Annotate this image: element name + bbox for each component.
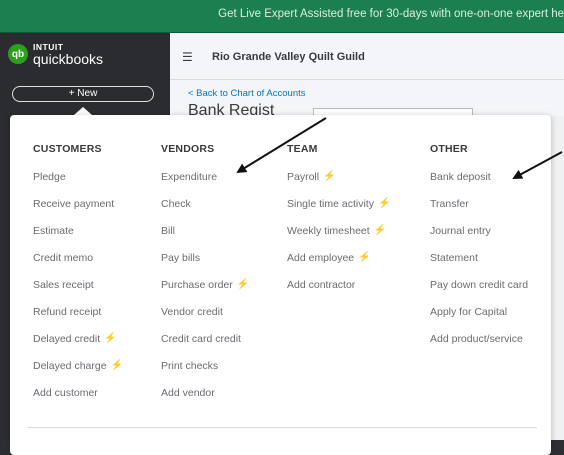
menu-item-add-customer[interactable]: Add customer — [33, 386, 123, 413]
menu-item-pledge[interactable]: Pledge — [33, 170, 123, 197]
menu-item-credit-memo[interactable]: Credit memo — [33, 251, 123, 278]
menu-item-credit-card-credit[interactable]: Credit card credit — [161, 332, 249, 359]
lightning-bolt-icon: ⚡ — [104, 333, 117, 344]
qb-logo-icon: qb — [8, 44, 28, 65]
menu-pointer — [74, 107, 92, 115]
menu-item-purchase-order[interactable]: Purchase order ⚡ — [161, 278, 249, 305]
menu-item-label: Payroll — [287, 171, 320, 183]
top-header: ☰ Rio Grande Valley Quilt Guild — [170, 33, 564, 80]
menu-item-label: Bank deposit — [430, 171, 491, 183]
lightning-bolt-icon: ⚡ — [373, 225, 387, 236]
menu-item-pay-bills[interactable]: Pay bills — [161, 251, 249, 278]
menu-item-label: Statement — [430, 252, 478, 264]
menu-item-sales-receipt[interactable]: Sales receipt — [33, 278, 123, 305]
company-name: Rio Grande Valley Quilt Guild — [212, 51, 365, 63]
lightning-bolt-icon: ⚡ — [323, 171, 336, 182]
menu-item-check[interactable]: Check — [161, 197, 249, 224]
menu-item-list: Expenditure Check Bill Pay bills Purchase or… — [161, 170, 249, 413]
lightning-bolt-icon: ⚡ — [377, 198, 391, 209]
promo-banner: Get Live Expert Assisted free for 30-day… — [0, 0, 564, 33]
menu-item-label: Transfer — [430, 198, 469, 210]
menu-heading-other: OTHER — [430, 143, 468, 155]
menu-item-bill[interactable]: Bill — [161, 224, 249, 251]
menu-column-customers: CUSTOMERS Pledge Receive payment Estimate Cr… — [33, 143, 123, 413]
quickbooks-label: quickbooks — [33, 50, 104, 67]
menu-item-label: Sales receipt — [33, 279, 94, 291]
menu-item-label: Add vendor — [161, 387, 215, 399]
promo-text: Get Live Expert Assisted free for 30-day… — [218, 8, 564, 20]
menu-item-label: Add customer — [33, 387, 98, 399]
menu-item-label: Estimate — [33, 225, 74, 237]
menu-item-label: Pay down credit card — [430, 279, 529, 291]
lightning-bolt-icon: ⚡ — [110, 360, 123, 371]
menu-column-vendors: VENDORS Expenditure Check Bill Pay bills Purc… — [161, 143, 249, 413]
quickbooks-logo[interactable]: qb INTUIT quickbooks — [8, 43, 103, 66]
menu-item-delayed-credit[interactable]: Delayed credit ⚡ — [33, 332, 123, 359]
menu-item-weekly-timesheet[interactable]: Weekly timesheet ⚡ — [287, 224, 390, 251]
menu-item-delayed-charge[interactable]: Delayed charge ⚡ — [33, 359, 123, 386]
menu-item-journal-entry[interactable]: Journal entry — [430, 224, 528, 251]
menu-item-label: Vendor credit — [161, 306, 223, 318]
menu-item-label: Pledge — [33, 171, 66, 183]
logo-wordmark: INTUIT quickbooks — [33, 43, 103, 66]
menu-item-list: Pledge Receive payment Estimate Credit memo… — [33, 170, 123, 413]
menu-item-label: Delayed credit — [33, 333, 101, 345]
menu-item-payroll[interactable]: Payroll ⚡ — [287, 170, 390, 197]
menu-item-label: Journal entry — [430, 225, 491, 237]
menu-item-label: Apply for Capital — [430, 306, 508, 318]
menu-item-label: Credit memo — [33, 252, 94, 264]
menu-item-label: Print checks — [161, 360, 219, 372]
menu-item-apply-for-capital[interactable]: Apply for Capital — [430, 305, 528, 332]
menu-item-transfer[interactable]: Transfer — [430, 197, 528, 224]
new-transaction-menu: CUSTOMERS Pledge Receive payment Estimate Cr… — [10, 115, 551, 455]
menu-item-single-time-activity[interactable]: Single time activity ⚡ — [287, 197, 390, 224]
menu-item-label: Delayed charge — [33, 360, 107, 372]
register-header: < Back to Chart of Accounts Bank Regist — [170, 80, 564, 124]
back-to-chart-of-accounts-link[interactable]: < Back to Chart of Accounts — [188, 88, 306, 99]
menu-item-label: Credit card credit — [161, 333, 241, 345]
menu-item-label: Add contractor — [287, 279, 356, 291]
menu-item-list: Bank deposit Transfer Journal entry Stateme… — [430, 170, 528, 359]
menu-item-label: Expenditure — [161, 171, 218, 183]
menu-item-label: Purchase order — [161, 279, 233, 291]
menu-heading-team: TEAM — [287, 143, 318, 155]
menu-heading-vendors: VENDORS — [161, 143, 215, 155]
hamburger-menu-icon[interactable]: ☰ — [182, 50, 193, 64]
menu-item-add-employee[interactable]: Add employee ⚡ — [287, 251, 390, 278]
menu-item-label: Receive payment — [33, 198, 115, 210]
menu-item-label: Refund receipt — [33, 306, 102, 318]
new-button[interactable]: + New — [12, 86, 154, 102]
menu-heading-customers: CUSTOMERS — [33, 143, 102, 155]
menu-item-add-vendor[interactable]: Add vendor — [161, 386, 249, 413]
menu-item-statement[interactable]: Statement — [430, 251, 528, 278]
menu-divider — [28, 427, 537, 428]
menu-item-receive-payment[interactable]: Receive payment — [33, 197, 123, 224]
menu-item-estimate[interactable]: Estimate — [33, 224, 123, 251]
menu-item-label: Add product/service — [430, 333, 523, 345]
menu-item-label: Bill — [161, 225, 176, 237]
menu-item-pay-down-credit-card[interactable]: Pay down credit card — [430, 278, 528, 305]
menu-item-label: Pay bills — [161, 252, 201, 264]
menu-item-bank-deposit[interactable]: Bank deposit — [430, 170, 528, 197]
menu-item-refund-receipt[interactable]: Refund receipt — [33, 305, 123, 332]
menu-item-label: Weekly timesheet — [287, 225, 370, 237]
menu-item-expenditure[interactable]: Expenditure — [161, 170, 249, 197]
menu-item-label: Add employee — [287, 252, 355, 264]
menu-item-label: Check — [161, 198, 191, 210]
menu-item-label: Single time activity — [287, 198, 374, 210]
lightning-bolt-icon: ⚡ — [358, 252, 371, 263]
menu-item-list: Payroll ⚡ Single time activity ⚡ Weekly time… — [287, 170, 390, 305]
menu-item-add-contractor[interactable]: Add contractor — [287, 278, 390, 305]
lightning-bolt-icon: ⚡ — [236, 279, 250, 290]
menu-item-vendor-credit[interactable]: Vendor credit — [161, 305, 249, 332]
menu-column-other: OTHER Bank deposit Transfer Journal entry St… — [430, 143, 528, 359]
menu-column-team: TEAM Payroll ⚡ Single time activity ⚡ Weekly … — [287, 143, 390, 305]
menu-item-print-checks[interactable]: Print checks — [161, 359, 249, 386]
menu-item-add-product-service[interactable]: Add product/service — [430, 332, 528, 359]
